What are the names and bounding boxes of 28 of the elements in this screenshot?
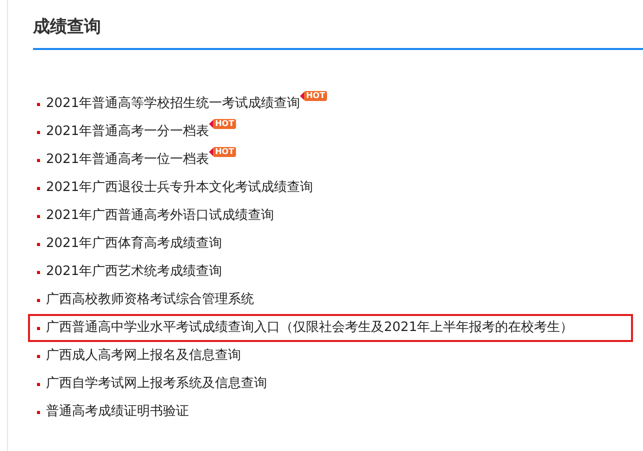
- link[interactable]: 2021年广西退役士兵专升本文化考试成绩查询: [46, 178, 314, 198]
- link[interactable]: 2021年普通高考一分一档表: [46, 122, 210, 142]
- link[interactable]: 2021年广西艺术统考成绩查询: [46, 262, 222, 282]
- bullet-icon: [37, 130, 40, 134]
- bullet-icon: [37, 382, 40, 386]
- hot-badge: HOT: [304, 91, 328, 101]
- bullet-icon: [37, 410, 40, 414]
- bullet-icon: [37, 242, 40, 246]
- hot-badge: HOT: [213, 147, 236, 157]
- link[interactable]: 广西普通高中学业水平考试成绩查询入口（仅限社会考生及2021年上半年报考的在校考生）: [46, 318, 574, 338]
- link[interactable]: 2021年广西普通高考外语口试成绩查询: [46, 206, 274, 226]
- link[interactable]: 普通高考成绩证明书验证: [46, 402, 189, 422]
- bullet-icon: [37, 270, 40, 274]
- link[interactable]: 广西成人高考网上报名及信息查询: [46, 346, 241, 366]
- bullet-icon: [37, 214, 40, 218]
- section-title: 成绩查询: [33, 16, 101, 39]
- link[interactable]: 广西高校教师资格考试综合管理系统: [46, 290, 254, 310]
- link[interactable]: 2021年广西体育高考成绩查询: [46, 234, 222, 254]
- bullet-icon: [37, 354, 40, 358]
- bullet-icon: [37, 298, 40, 302]
- hot-badge: HOT: [213, 119, 236, 129]
- link[interactable]: 2021年普通高考一位一档表: [46, 150, 210, 170]
- link[interactable]: 广西自学考试网上报考系统及信息查询: [46, 374, 267, 394]
- bullet-icon: [37, 102, 40, 106]
- bullet-icon: [37, 326, 40, 330]
- bullet-icon: [37, 186, 40, 190]
- bullet-icon: [37, 158, 40, 162]
- link[interactable]: 2021年普通高等学校招生统一考试成绩查询: [46, 94, 300, 114]
